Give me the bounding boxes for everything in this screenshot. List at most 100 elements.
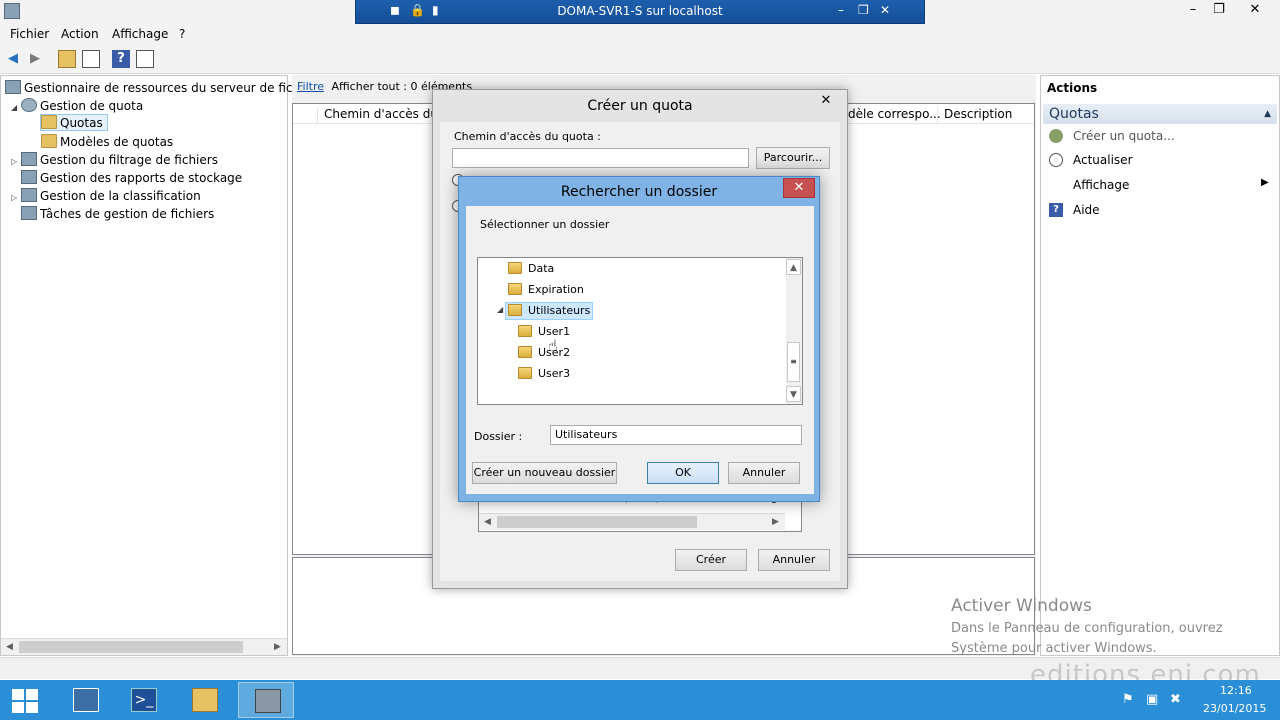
folder-tree[interactable]: Data Expiration ◢ Utilisateurs User1 Use…: [477, 257, 803, 405]
thresholds-horizontal-scrollbar[interactable]: ◀ ▶: [479, 513, 785, 530]
folder-tree-vertical-scrollbar[interactable]: ▲ ≡ ▼: [786, 258, 802, 404]
server-icon: [5, 80, 21, 94]
create-quota-dialog-title: Créer un quota: [587, 98, 693, 114]
new-folder-button[interactable]: Créer un nouveau dossier: [472, 462, 617, 484]
scroll-down-icon[interactable]: ▼: [786, 386, 801, 402]
tree-item-quotas[interactable]: Quotas: [40, 114, 108, 131]
toolbar: ◀ ▶ ?: [0, 44, 1280, 74]
scroll-left-icon[interactable]: ◀: [479, 514, 496, 530]
folder-icon: [518, 346, 532, 358]
scroll-right-icon[interactable]: ▶: [269, 639, 286, 655]
clock-date[interactable]: 23/01/2015: [1203, 702, 1266, 715]
forward-arrow-icon[interactable]: ▶: [26, 50, 44, 68]
create-button[interactable]: Créer: [675, 549, 747, 571]
actions-section-label: Quotas: [1049, 106, 1099, 122]
file-screening-icon: [21, 152, 37, 166]
scroll-thumb[interactable]: [19, 641, 243, 653]
column-description[interactable]: Description: [937, 107, 1012, 123]
expand-icon[interactable]: ▷: [11, 157, 21, 166]
action-help[interactable]: Aide: [1073, 203, 1100, 217]
folder-label: User3: [538, 367, 571, 380]
folder-name-input[interactable]: Utilisateurs: [550, 425, 802, 445]
folder-utilisateurs[interactable]: Utilisateurs: [505, 302, 594, 320]
maximize-button[interactable]: ❐: [1204, 0, 1234, 22]
rdp-close-button[interactable]: ✕: [880, 3, 890, 17]
folder-expiration[interactable]: Expiration: [508, 282, 584, 300]
ok-button[interactable]: OK: [647, 462, 719, 484]
menu-affichage[interactable]: Affichage: [112, 27, 168, 41]
column-path[interactable]: Chemin d'accès du q: [317, 107, 449, 123]
action-refresh[interactable]: Actualiser: [1073, 153, 1133, 167]
browse-folder-dialog-title: Rechercher un dossier: [560, 184, 718, 200]
tree-item-label: Gestion de quota: [40, 99, 144, 113]
activate-windows-line2: Système pour activer Windows.: [951, 641, 1157, 656]
action-create-quota[interactable]: Créer un quota...: [1073, 129, 1175, 143]
quota-cancel-button[interactable]: Annuler: [758, 549, 830, 571]
folder-data[interactable]: Data: [508, 261, 554, 279]
action-pane-icon[interactable]: [136, 50, 154, 68]
volume-muted-icon[interactable]: ✖: [1170, 692, 1181, 707]
menu-action[interactable]: Action: [61, 27, 99, 41]
tree-item-quota-templates[interactable]: Modèles de quotas: [41, 134, 173, 149]
tree-item-quota-management[interactable]: ◢ Gestion de quota: [11, 98, 143, 113]
tree-horizontal-scrollbar[interactable]: ◀ ▶: [1, 638, 287, 655]
tree-item-file-tasks[interactable]: Tâches de gestion de fichiers: [21, 206, 214, 221]
taskbar-fsrm[interactable]: [238, 682, 294, 718]
folder-icon: [518, 325, 532, 337]
scroll-left-icon[interactable]: ◀: [1, 639, 18, 655]
menu-help[interactable]: ?: [179, 27, 185, 41]
expand-icon[interactable]: ▷: [11, 193, 21, 202]
collapse-arrow-icon[interactable]: ◢: [497, 305, 503, 314]
file-tasks-icon: [21, 206, 37, 220]
quota-path-input[interactable]: [452, 148, 749, 168]
column-template[interactable]: dèle correspo...: [841, 107, 941, 123]
quota-path-label: Chemin d'accès du quota :: [454, 130, 601, 143]
browse-button[interactable]: Parcourir...: [756, 147, 830, 169]
tree-item-classification[interactable]: ▷ Gestion de la classification: [11, 188, 201, 203]
show-hide-tree-icon[interactable]: [82, 50, 100, 68]
tree-item-label: Quotas: [60, 116, 103, 130]
scroll-thumb[interactable]: [497, 516, 697, 528]
action-view[interactable]: Affichage: [1073, 178, 1129, 192]
help-icon[interactable]: ?: [112, 50, 130, 68]
fsrm-icon: [255, 689, 281, 713]
refresh-icon: [1049, 153, 1063, 167]
folder-cancel-button[interactable]: Annuler: [728, 462, 800, 484]
rdp-restore-button[interactable]: ❐: [858, 3, 869, 17]
network-icon[interactable]: ▣: [1146, 692, 1158, 707]
taskbar-powershell[interactable]: >_: [115, 682, 171, 718]
folder-user1[interactable]: User1: [518, 324, 570, 342]
taskbar-explorer[interactable]: [176, 682, 232, 718]
mouse-cursor-icon: ☝: [548, 336, 558, 355]
activate-windows-line1: Dans le Panneau de configuration, ouvrez: [951, 621, 1223, 636]
app-icon[interactable]: [4, 3, 20, 19]
scroll-right-icon[interactable]: ▶: [767, 514, 784, 530]
tree-item-storage-reports[interactable]: Gestion des rapports de stockage: [21, 170, 242, 185]
rdp-minimize-button[interactable]: –: [838, 3, 844, 17]
folder-icon: [508, 283, 522, 295]
actions-section-quotas[interactable]: Quotas ▲: [1043, 104, 1277, 124]
scroll-up-icon[interactable]: ▲: [786, 259, 801, 275]
menu-fichier[interactable]: Fichier: [10, 27, 49, 41]
tree-item-label: Gestion du filtrage de fichiers: [40, 153, 218, 167]
tree-item-label: Modèles de quotas: [60, 135, 174, 149]
tree-item-label: Gestion des rapports de stockage: [40, 171, 243, 185]
start-button[interactable]: [0, 682, 56, 718]
back-arrow-icon[interactable]: ◀: [4, 50, 22, 68]
close-window-button[interactable]: ✕: [1240, 0, 1270, 22]
folder-user2[interactable]: User2: [518, 345, 570, 363]
powershell-icon: >_: [131, 688, 157, 712]
filter-link[interactable]: Filtre: [297, 80, 324, 93]
scroll-thumb[interactable]: ≡: [787, 342, 800, 382]
browse-folder-close-button[interactable]: ✕: [783, 178, 815, 198]
taskbar-server-manager[interactable]: [57, 682, 113, 718]
collapse-icon[interactable]: ◢: [11, 103, 21, 112]
folder-user3[interactable]: User3: [518, 366, 570, 384]
collapse-section-icon[interactable]: ▲: [1264, 104, 1271, 124]
tree-item-file-screening[interactable]: ▷ Gestion du filtrage de fichiers: [11, 152, 218, 167]
up-folder-icon[interactable]: [58, 50, 76, 68]
tree-root[interactable]: Gestionnaire de ressources du serveur de…: [5, 80, 331, 95]
flag-icon[interactable]: ⚑: [1122, 692, 1134, 707]
create-quota-close-button[interactable]: ✕: [811, 92, 841, 112]
clock-time[interactable]: 12:16: [1220, 684, 1252, 697]
